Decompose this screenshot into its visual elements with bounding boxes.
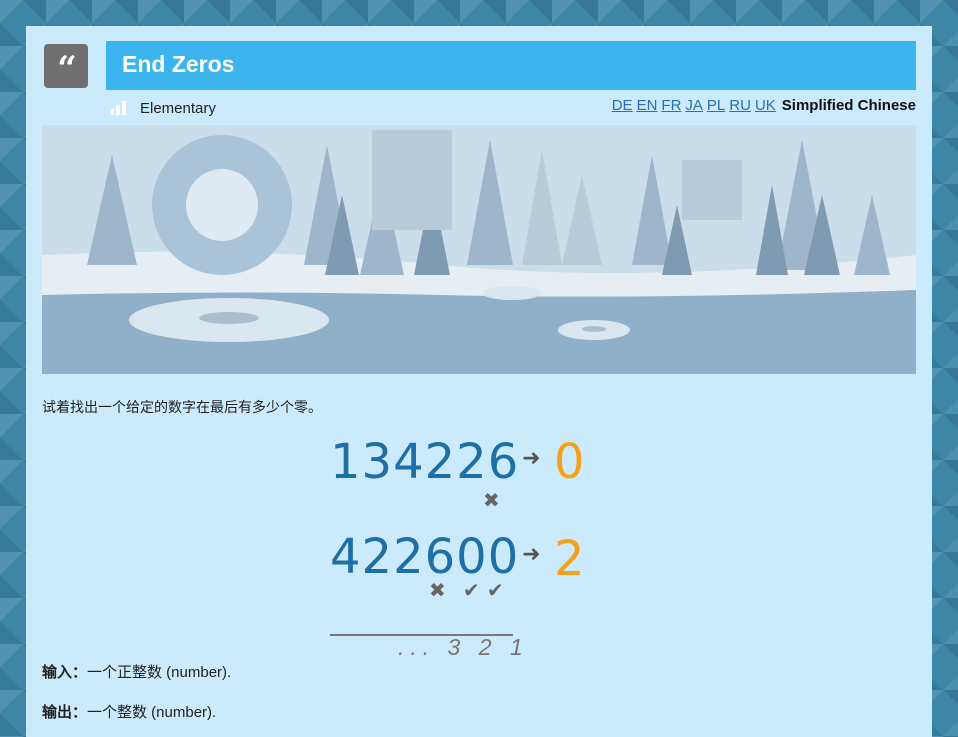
- title-bar: End Zeros: [106, 41, 916, 90]
- lang-pl[interactable]: PL: [707, 97, 725, 114]
- lang-en[interactable]: EN: [637, 97, 658, 114]
- cross-icon: ✖: [429, 578, 446, 602]
- lang-uk[interactable]: UK: [755, 97, 776, 114]
- difficulty: Elementary: [110, 98, 216, 118]
- output-label: 输出：: [42, 704, 88, 721]
- banner-image: [42, 125, 916, 374]
- check-icon: ✔: [487, 578, 504, 602]
- task-panel: “ End Zeros Elementary DE EN FR JA PL RU…: [26, 26, 932, 737]
- cross-icon: ✖: [483, 488, 500, 512]
- input-text: 一个正整数 (number).: [87, 664, 232, 681]
- lang-fr[interactable]: FR: [661, 97, 681, 114]
- example-number-2: 422600: [330, 529, 520, 585]
- output-spec: 输出：一个整数 (number).: [42, 701, 216, 722]
- task-description: 试着找出一个给定的数字在最后有多少个零。: [42, 399, 322, 415]
- example-number-1: 134226: [330, 434, 520, 490]
- lang-ja[interactable]: JA: [685, 97, 703, 114]
- output-text: 一个整数 (number).: [87, 704, 217, 721]
- task-title: End Zeros: [122, 51, 235, 77]
- arrow-icon: ➜: [522, 542, 541, 567]
- arrow-icon: ➜: [522, 446, 541, 471]
- example-result-2: 2: [554, 531, 585, 587]
- signal-bars-icon: [110, 101, 126, 115]
- example-result-1: 0: [554, 434, 585, 490]
- lang-de[interactable]: DE: [612, 97, 633, 114]
- input-label: 输入：: [42, 664, 88, 681]
- difficulty-label: Elementary: [140, 99, 216, 117]
- lang-ru[interactable]: RU: [729, 97, 751, 114]
- quote-icon: “: [44, 44, 88, 89]
- check-icon: ✔: [463, 578, 480, 602]
- zero-counter: ... 3 2 1: [398, 634, 529, 660]
- lang-current: Simplified Chinese: [781, 97, 916, 114]
- input-spec: 输入：一个正整数 (number).: [42, 661, 231, 682]
- language-switcher: DE EN FR JA PL RU UK Simplified Chinese: [612, 97, 916, 114]
- example-illustration: 134226 ➜ 0 ✖ 422600 ➜ 2 ✖ ✔ ✔ ... 3 2 1: [326, 431, 626, 660]
